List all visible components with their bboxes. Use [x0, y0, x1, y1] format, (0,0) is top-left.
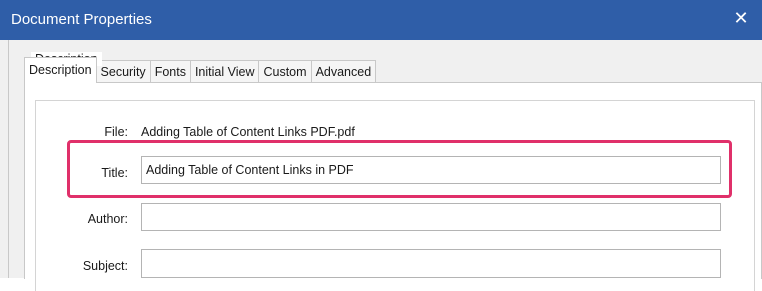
tab-advanced[interactable]: Advanced: [310, 60, 377, 83]
title-bar: Document Properties ✕: [0, 0, 762, 40]
subject-field[interactable]: [141, 249, 721, 278]
subject-label: Subject:: [82, 259, 128, 273]
tab-fonts[interactable]: Fonts: [149, 60, 191, 83]
tab-strip: Description Security Fonts Initial View …: [24, 57, 377, 83]
author-label: Author:: [87, 212, 128, 226]
title-highlight-box: [67, 140, 732, 198]
window-left-edge: [8, 40, 9, 278]
file-value: Adding Table of Content Links PDF.pdf: [141, 125, 355, 139]
author-field[interactable]: [141, 203, 721, 231]
close-icon[interactable]: ✕: [733, 9, 749, 27]
tab-description[interactable]: Description: [24, 57, 97, 83]
tab-custom[interactable]: Custom: [258, 60, 312, 83]
tab-security[interactable]: Security: [95, 60, 151, 83]
tab-initial-view[interactable]: Initial View: [189, 60, 260, 83]
file-label: File:: [104, 125, 128, 139]
window-title: Document Properties: [11, 11, 152, 28]
